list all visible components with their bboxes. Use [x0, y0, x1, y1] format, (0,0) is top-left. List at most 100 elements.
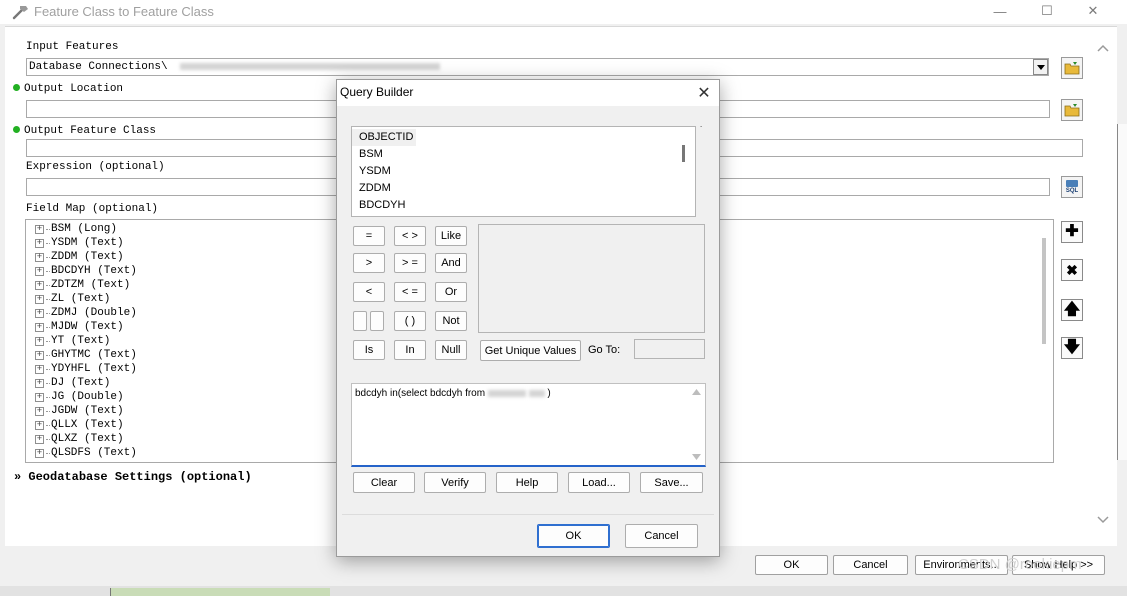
minimize-button[interactable]: — [978, 0, 1022, 22]
geodatabase-settings-expander[interactable]: » Geodatabase Settings (optional) [14, 470, 252, 484]
output-location-label-row: Output Location [13, 83, 123, 95]
expand-plus-icon[interactable]: + [35, 308, 44, 318]
operator-less-equal-button[interactable]: < = [394, 282, 426, 302]
field-map-item-label: BSM (Long) [51, 223, 118, 235]
hammer-tool-icon [12, 6, 28, 20]
goto-input[interactable] [634, 339, 705, 359]
output-feature-class-label-row: Output Feature Class [13, 125, 156, 137]
cancel-button[interactable]: Cancel [833, 555, 908, 575]
expand-plus-icon[interactable]: + [35, 322, 44, 332]
add-field-button[interactable]: ✚ [1061, 221, 1083, 243]
output-location-browse-button[interactable] [1061, 99, 1083, 121]
field-list-item[interactable]: ZDDM [352, 180, 695, 197]
field-list[interactable]: OBJECTID BSM YSDM ZDDM BDCDYH [351, 126, 696, 217]
expand-plus-icon[interactable]: + [35, 378, 44, 388]
field-map-item-label: QLLX (Text) [51, 419, 124, 431]
operator-null-button[interactable]: Null [435, 340, 467, 360]
operator-not-button[interactable]: Not [435, 311, 467, 331]
expand-plus-icon[interactable]: + [35, 238, 44, 248]
operator-less-button[interactable]: < [353, 282, 385, 302]
sql-expression-textarea[interactable]: bdcdyh in(select bdcdyh from ) [351, 383, 706, 467]
tree-connector [46, 452, 50, 454]
expand-plus-icon[interactable]: + [35, 294, 44, 304]
delete-field-button[interactable]: ✖ [1061, 259, 1083, 281]
clear-button[interactable]: Clear [353, 472, 415, 493]
input-features-browse-button[interactable] [1061, 57, 1083, 79]
move-down-button[interactable]: 🡇 [1061, 337, 1083, 359]
operator-like-button[interactable]: Like [435, 226, 467, 246]
folder-open-icon [1064, 62, 1080, 75]
scroll-up-icon[interactable] [692, 389, 701, 395]
field-map-item-label: YT (Text) [51, 335, 111, 347]
scroll-down-icon[interactable] [692, 454, 701, 460]
unique-values-list[interactable] [478, 224, 705, 333]
expand-plus-icon[interactable]: + [35, 280, 44, 290]
ok-button[interactable]: OK [755, 555, 828, 575]
field-map-scrollbar-thumb[interactable] [1042, 238, 1046, 344]
delete-x-icon: ✖ [1066, 262, 1078, 278]
expand-plus-icon[interactable]: + [35, 406, 44, 416]
field-list-dropdown-icon[interactable]: ˙ [700, 125, 703, 135]
operator-greater-equal-button[interactable]: > = [394, 253, 426, 273]
operator-greater-button[interactable]: > [353, 253, 385, 273]
expand-plus-icon[interactable]: + [35, 434, 44, 444]
background-map-patch [110, 588, 330, 596]
expand-plus-icon[interactable]: + [35, 448, 44, 458]
operator-wildcard-1-button[interactable] [353, 311, 367, 331]
operator-in-button[interactable]: In [394, 340, 426, 360]
operator-parentheses-button[interactable]: ( ) [394, 311, 426, 331]
operator-is-button[interactable]: Is [353, 340, 385, 360]
expand-plus-icon[interactable]: + [35, 420, 44, 430]
maximize-button[interactable]: ☐ [1025, 0, 1069, 22]
expand-plus-icon[interactable]: + [35, 364, 44, 374]
tree-connector [46, 242, 50, 244]
dialog-scrollbar[interactable] [1094, 40, 1112, 530]
field-map-item-label: JGDW (Text) [51, 405, 124, 417]
field-list-item[interactable]: OBJECTID [352, 129, 416, 146]
verify-button[interactable]: Verify [424, 472, 486, 493]
expand-plus-icon[interactable]: + [35, 350, 44, 360]
field-list-scrollbar-thumb[interactable] [682, 145, 685, 162]
query-cancel-button[interactable]: Cancel [625, 524, 698, 548]
folder-open-icon [1064, 104, 1080, 117]
move-up-button[interactable]: 🡅 [1061, 299, 1083, 321]
query-builder-title: Query Builder [340, 85, 414, 99]
tree-connector [46, 312, 50, 314]
sql-expression-text: bdcdyh in(select bdcdyh from ) [355, 388, 551, 399]
double-chevron-down-icon: » [14, 470, 22, 484]
field-map-item-label: ZDMJ (Double) [51, 307, 137, 319]
close-icon: ✕ [697, 85, 711, 102]
get-unique-values-button[interactable]: Get Unique Values [480, 340, 581, 361]
expand-plus-icon[interactable]: + [35, 266, 44, 276]
window-titlebar: Feature Class to Feature Class — ☐ ✕ [0, 0, 1127, 24]
operator-wildcard-2-button[interactable] [370, 311, 384, 331]
field-list-item[interactable]: YSDM [352, 163, 695, 180]
tree-connector [46, 396, 50, 398]
operator-not-equal-button[interactable]: < > [394, 226, 426, 246]
operator-or-button[interactable]: Or [435, 282, 467, 302]
load-button[interactable]: Load... [568, 472, 630, 493]
query-ok-button[interactable]: OK [537, 524, 610, 548]
expand-plus-icon[interactable]: + [35, 392, 44, 402]
query-builder-close-button[interactable]: ✕ [693, 83, 715, 103]
save-button[interactable]: Save... [640, 472, 703, 493]
field-list-item[interactable]: BDCDYH [352, 197, 695, 214]
expand-plus-icon[interactable]: + [35, 252, 44, 262]
maximize-icon: ☐ [1041, 3, 1053, 18]
help-button[interactable]: Help [496, 472, 558, 493]
expand-plus-icon[interactable]: + [35, 224, 44, 234]
sql-query-builder-button[interactable]: SQL [1061, 176, 1083, 198]
operator-equals-button[interactable]: = [353, 226, 385, 246]
tree-connector [46, 438, 50, 440]
close-button[interactable]: ✕ [1071, 0, 1115, 22]
watermark: CSDN @rookiepm [958, 556, 1082, 573]
input-features-dropdown-button[interactable] [1033, 59, 1048, 75]
output-location-label: Output Location [24, 83, 124, 95]
window-title: Feature Class to Feature Class [34, 4, 214, 19]
field-map-item-label: ZDTZM (Text) [51, 279, 131, 291]
field-map-item-label: YSDM (Text) [51, 237, 124, 249]
field-list-item[interactable]: BSM [352, 146, 695, 163]
operator-and-button[interactable]: And [435, 253, 467, 273]
input-features-combobox[interactable]: Database Connections\ [26, 58, 1049, 76]
expand-plus-icon[interactable]: + [35, 336, 44, 346]
